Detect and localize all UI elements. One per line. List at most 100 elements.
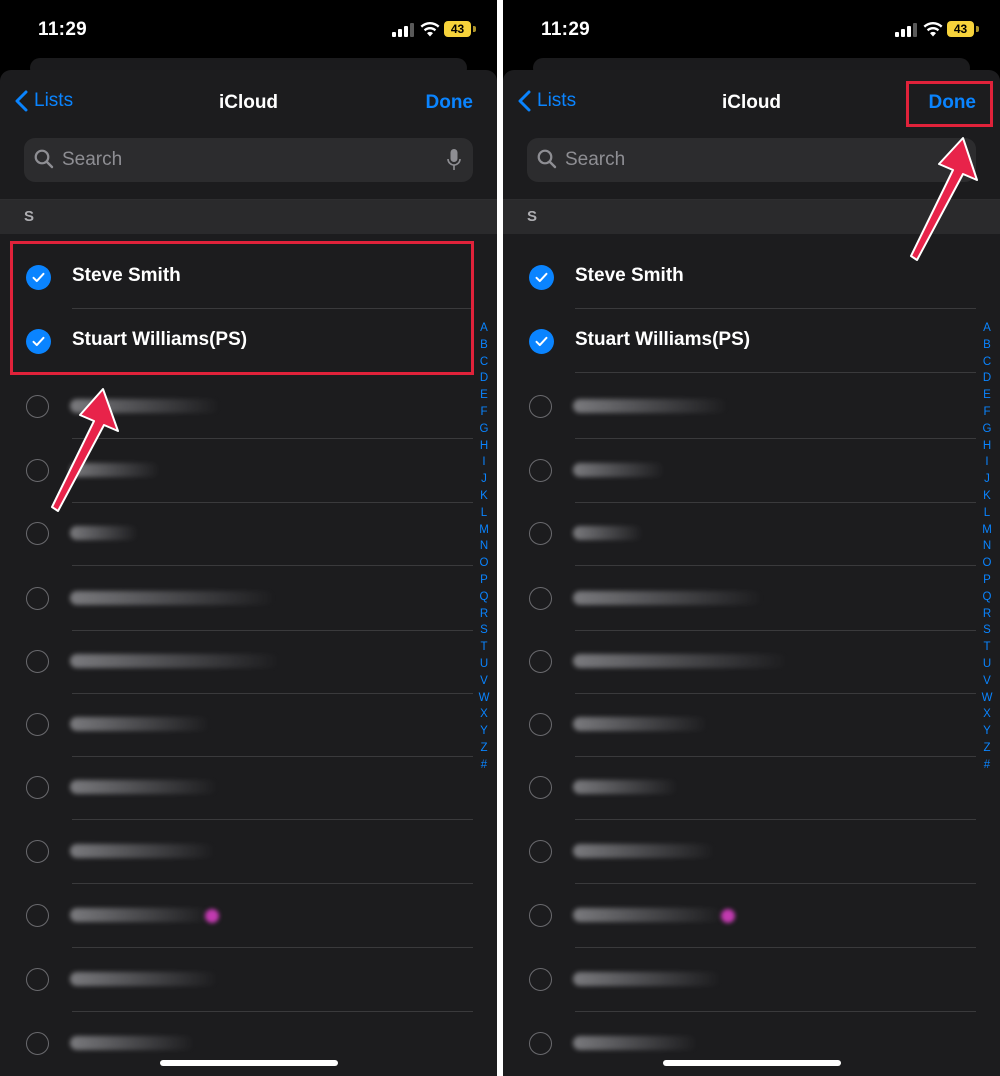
index-letter[interactable]: N bbox=[978, 538, 996, 555]
unselected-circle-icon[interactable] bbox=[26, 395, 49, 418]
index-letter[interactable]: S bbox=[475, 622, 493, 639]
index-letter[interactable]: Y bbox=[978, 723, 996, 740]
unselected-circle-icon[interactable] bbox=[26, 776, 49, 799]
checkmark-selected-icon[interactable] bbox=[529, 329, 554, 354]
index-letter[interactable]: B bbox=[475, 337, 493, 354]
index-letter[interactable]: V bbox=[978, 673, 996, 690]
index-letter[interactable]: W bbox=[978, 690, 996, 707]
home-indicator[interactable] bbox=[160, 1060, 338, 1066]
contact-row-blurred[interactable] bbox=[0, 756, 497, 820]
index-letter[interactable]: U bbox=[978, 656, 996, 673]
index-letter[interactable]: A bbox=[978, 320, 996, 337]
unselected-circle-icon[interactable] bbox=[529, 776, 552, 799]
unselected-circle-icon[interactable] bbox=[26, 968, 49, 991]
index-letter[interactable]: M bbox=[978, 522, 996, 539]
contact-row-blurred[interactable] bbox=[0, 630, 497, 694]
unselected-circle-icon[interactable] bbox=[529, 713, 552, 736]
index-letter[interactable]: Q bbox=[978, 589, 996, 606]
index-letter[interactable]: J bbox=[475, 471, 493, 488]
index-letter[interactable]: R bbox=[978, 606, 996, 623]
index-letter[interactable]: E bbox=[475, 387, 493, 404]
contact-row-stuart-williams[interactable]: Stuart Williams(PS) bbox=[503, 309, 1000, 373]
index-letter[interactable]: L bbox=[978, 505, 996, 522]
home-indicator[interactable] bbox=[663, 1060, 841, 1066]
index-letter[interactable]: Q bbox=[475, 589, 493, 606]
index-letter[interactable]: D bbox=[475, 370, 493, 387]
unselected-circle-icon[interactable] bbox=[26, 713, 49, 736]
contact-row-blurred[interactable] bbox=[503, 693, 1000, 757]
unselected-circle-icon[interactable] bbox=[529, 650, 552, 673]
index-letter[interactable]: C bbox=[475, 354, 493, 371]
index-letter[interactable]: P bbox=[475, 572, 493, 589]
contact-row-blurred[interactable] bbox=[503, 884, 1000, 948]
index-letter[interactable]: X bbox=[475, 706, 493, 723]
index-letter[interactable]: Z bbox=[978, 740, 996, 757]
index-letter[interactable]: P bbox=[978, 572, 996, 589]
contact-row-blurred[interactable] bbox=[0, 567, 497, 631]
index-letter[interactable]: O bbox=[978, 555, 996, 572]
unselected-circle-icon[interactable] bbox=[529, 522, 552, 545]
index-letter[interactable]: N bbox=[475, 538, 493, 555]
contact-row-blurred[interactable] bbox=[503, 630, 1000, 694]
index-letter[interactable]: E bbox=[978, 387, 996, 404]
unselected-circle-icon[interactable] bbox=[26, 650, 49, 673]
index-letter[interactable]: B bbox=[978, 337, 996, 354]
contact-row-blurred[interactable] bbox=[0, 693, 497, 757]
unselected-circle-icon[interactable] bbox=[26, 522, 49, 545]
unselected-circle-icon[interactable] bbox=[529, 968, 552, 991]
unselected-circle-icon[interactable] bbox=[529, 459, 552, 482]
index-letter[interactable]: O bbox=[475, 555, 493, 572]
unselected-circle-icon[interactable] bbox=[529, 904, 552, 927]
index-letter[interactable]: H bbox=[978, 438, 996, 455]
index-letter[interactable]: D bbox=[978, 370, 996, 387]
index-letter[interactable]: G bbox=[978, 421, 996, 438]
index-letter[interactable]: W bbox=[475, 690, 493, 707]
index-letter[interactable]: C bbox=[978, 354, 996, 371]
checkmark-selected-icon[interactable] bbox=[529, 265, 554, 290]
contact-row-blurred[interactable] bbox=[503, 1012, 1000, 1076]
index-letter[interactable]: G bbox=[475, 421, 493, 438]
contact-row-blurred[interactable] bbox=[503, 567, 1000, 631]
index-letter[interactable]: T bbox=[978, 639, 996, 656]
index-letter[interactable]: U bbox=[475, 656, 493, 673]
index-letter[interactable]: K bbox=[475, 488, 493, 505]
alphabet-index[interactable]: A B C D E F G H I J K L M N O P Q R S T … bbox=[978, 320, 996, 774]
alphabet-index[interactable]: A B C D E F G H I J K L M N O P Q R S T … bbox=[475, 320, 493, 774]
unselected-circle-icon[interactable] bbox=[26, 1032, 49, 1055]
search-field[interactable]: Search bbox=[24, 138, 473, 182]
contact-row-blurred[interactable] bbox=[503, 948, 1000, 1012]
contact-row-blurred[interactable] bbox=[0, 1012, 497, 1076]
index-letter[interactable]: T bbox=[475, 639, 493, 656]
index-letter[interactable]: F bbox=[978, 404, 996, 421]
microphone-icon[interactable] bbox=[447, 148, 461, 172]
contact-row-blurred[interactable] bbox=[0, 884, 497, 948]
contact-row-blurred[interactable] bbox=[0, 948, 497, 1012]
unselected-circle-icon[interactable] bbox=[26, 840, 49, 863]
index-letter[interactable]: F bbox=[475, 404, 493, 421]
done-button[interactable]: Done bbox=[426, 92, 474, 114]
unselected-circle-icon[interactable] bbox=[26, 459, 49, 482]
index-letter[interactable]: Z bbox=[475, 740, 493, 757]
index-letter[interactable]: S bbox=[978, 622, 996, 639]
unselected-circle-icon[interactable] bbox=[529, 587, 552, 610]
index-letter[interactable]: J bbox=[978, 471, 996, 488]
index-letter[interactable]: V bbox=[475, 673, 493, 690]
unselected-circle-icon[interactable] bbox=[529, 395, 552, 418]
index-letter[interactable]: K bbox=[978, 488, 996, 505]
contact-row-blurred[interactable] bbox=[0, 820, 497, 884]
index-letter[interactable]: # bbox=[978, 757, 996, 774]
index-letter[interactable]: A bbox=[475, 320, 493, 337]
index-letter[interactable]: # bbox=[475, 757, 493, 774]
index-letter[interactable]: I bbox=[475, 454, 493, 471]
index-letter[interactable]: L bbox=[475, 505, 493, 522]
index-letter[interactable]: H bbox=[475, 438, 493, 455]
contact-row-blurred[interactable] bbox=[503, 820, 1000, 884]
index-letter[interactable]: Y bbox=[475, 723, 493, 740]
index-letter[interactable]: M bbox=[475, 522, 493, 539]
index-letter[interactable]: I bbox=[978, 454, 996, 471]
unselected-circle-icon[interactable] bbox=[529, 840, 552, 863]
unselected-circle-icon[interactable] bbox=[26, 587, 49, 610]
unselected-circle-icon[interactable] bbox=[26, 904, 49, 927]
unselected-circle-icon[interactable] bbox=[529, 1032, 552, 1055]
contact-row-blurred[interactable] bbox=[503, 375, 1000, 439]
